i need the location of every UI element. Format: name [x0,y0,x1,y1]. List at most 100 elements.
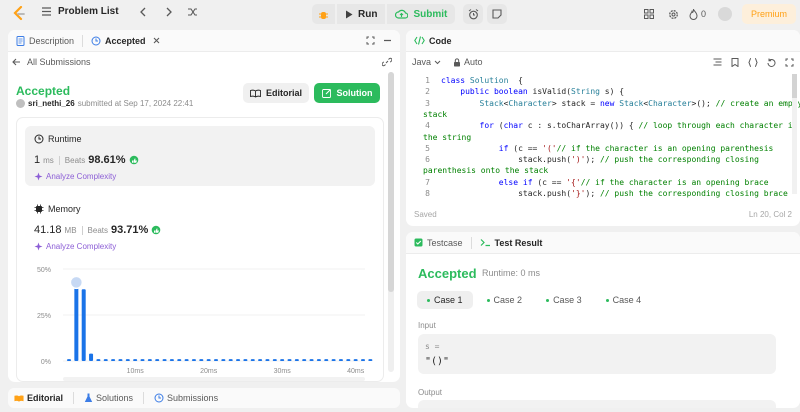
chart-bar[interactable] [258,359,263,361]
chart-bar[interactable] [353,359,358,361]
chart-bar[interactable] [302,359,307,361]
chart-bar[interactable] [169,359,174,361]
tab-accepted[interactable]: Accepted [83,30,168,52]
bottom-tab-editorial[interactable]: Editorial [8,393,69,403]
tab-code[interactable]: Code [406,30,460,52]
memory-stat[interactable]: Memory 41.18 MB Beats 93.71% Analyze Com… [25,196,375,256]
notes-button[interactable] [487,4,508,24]
runtime-stat[interactable]: Runtime 1 ms Beats 98.61% Analyze Comple… [25,126,375,186]
chart-bar[interactable] [228,359,233,361]
auto-mode[interactable]: Auto [453,57,483,67]
case-tab-2[interactable]: Case 2 [477,291,533,309]
run-button[interactable]: Run [337,4,386,24]
avatar[interactable] [717,7,732,21]
chart-bar[interactable] [280,359,285,361]
expand-icon[interactable] [785,58,794,67]
fire-icon[interactable] [689,8,698,20]
chart-bar[interactable] [133,359,138,361]
language-select[interactable]: Java [412,57,441,67]
chart-bar[interactable] [147,359,152,361]
gear-icon[interactable] [668,9,679,20]
chart-bar[interactable] [236,359,241,361]
chart-bar[interactable] [67,359,71,361]
all-submissions-link[interactable]: All Submissions [27,57,91,67]
chart-bar[interactable] [287,359,292,361]
chart-bar[interactable] [191,359,196,361]
tab-testcase[interactable]: Testcase [406,232,471,254]
editorial-button[interactable]: Editorial [243,83,309,103]
chart-bar[interactable] [243,359,248,361]
chart-bar[interactable] [250,359,255,361]
problem-list-nav[interactable]: Problem List [41,6,198,17]
chart-bar[interactable] [368,359,373,361]
chart-bar[interactable] [338,359,343,361]
code-line[interactable]: 2 public boolean isValid(String s) { [406,87,796,98]
chart-bar[interactable] [89,353,94,361]
chart-bar[interactable] [331,359,336,361]
username[interactable]: sri_nethi_26 [28,99,75,108]
code-line[interactable]: 7 else if (c == '{'// if the character i… [406,178,796,189]
chart-bar[interactable] [206,359,211,361]
code-scrollbar-thumb[interactable] [792,74,797,98]
case-tab-4[interactable]: Case 4 [596,291,652,309]
chart-bar[interactable] [265,359,270,361]
chart-bar[interactable] [177,359,182,361]
analyze-complexity-memory[interactable]: Analyze Complexity [34,242,116,251]
code-line[interactable]: 8 stack.push('}'); // push the correspon… [406,189,796,200]
chevron-left-icon[interactable] [139,7,147,17]
user-position-marker[interactable] [69,275,84,290]
braces-icon[interactable] [748,57,758,67]
chart-bar[interactable] [162,359,167,361]
chart-bar[interactable] [294,359,299,361]
format-lines-icon[interactable] [713,58,722,66]
case-tab-3[interactable]: Case 3 [536,291,592,309]
chart-bar[interactable] [96,359,101,361]
grid-icon[interactable] [643,9,654,19]
code-line[interactable]: 5 if (c == '('// if the character is an … [406,144,796,155]
solution-button[interactable]: Solution [314,83,380,103]
close-icon[interactable] [153,37,160,44]
chart-bar[interactable] [346,359,351,361]
chart-bar[interactable] [140,359,145,361]
submit-button[interactable]: Submit [387,4,456,24]
tab-test-result[interactable]: Test Result [472,232,551,254]
chart-bar[interactable] [324,359,329,361]
chart-bar[interactable] [103,359,108,361]
link-icon[interactable] [382,57,392,67]
range-slider[interactable] [63,377,365,381]
chart-bar[interactable] [118,359,123,361]
code-line[interactable]: the string [406,133,796,144]
code-editor[interactable]: 1 class Solution {2 public boolean isVali… [406,72,800,202]
code-line[interactable]: 4 for (char c : s.toCharArray()) { // lo… [406,121,797,132]
chart-bar[interactable] [184,359,189,361]
debug-button[interactable] [312,4,335,24]
chart-bar[interactable] [111,359,116,361]
chart-bar[interactable] [125,359,130,361]
arrow-left-icon[interactable] [12,58,21,66]
premium-button[interactable]: Premium [741,4,796,24]
chart-bar[interactable] [361,359,365,361]
code-line[interactable]: 6 stack.push(')'); // push the correspon… [406,155,796,166]
chart-bar[interactable] [221,359,226,361]
alarm-clock-button[interactable] [463,4,484,24]
bottom-tab-submissions[interactable]: Submissions [148,393,224,403]
reset-icon[interactable] [767,58,776,67]
maximize-icon[interactable] [366,36,375,45]
code-line[interactable]: 3 Stack<Character> stack = new Stack<Cha… [406,99,800,110]
tab-description[interactable]: Description [8,30,82,52]
bookmark-icon[interactable] [731,57,739,67]
leetcode-logo-icon[interactable] [13,6,25,21]
chart-bar[interactable] [199,359,204,361]
chart-bar[interactable] [214,359,218,361]
chart-bar[interactable] [272,359,277,361]
bottom-tab-solutions[interactable]: Solutions [78,393,139,403]
case-tab-1[interactable]: Case 1 [417,291,473,309]
chart-bar[interactable] [316,359,321,361]
chart-bar[interactable] [155,359,160,361]
left-scrollbar-thumb[interactable] [388,72,394,292]
minimize-icon[interactable] [383,36,392,45]
code-line[interactable]: 1 class Solution { [406,76,796,87]
shuffle-icon[interactable] [187,7,198,17]
analyze-complexity-runtime[interactable]: Analyze Complexity [34,172,116,181]
code-scrollbar[interactable] [792,74,797,194]
